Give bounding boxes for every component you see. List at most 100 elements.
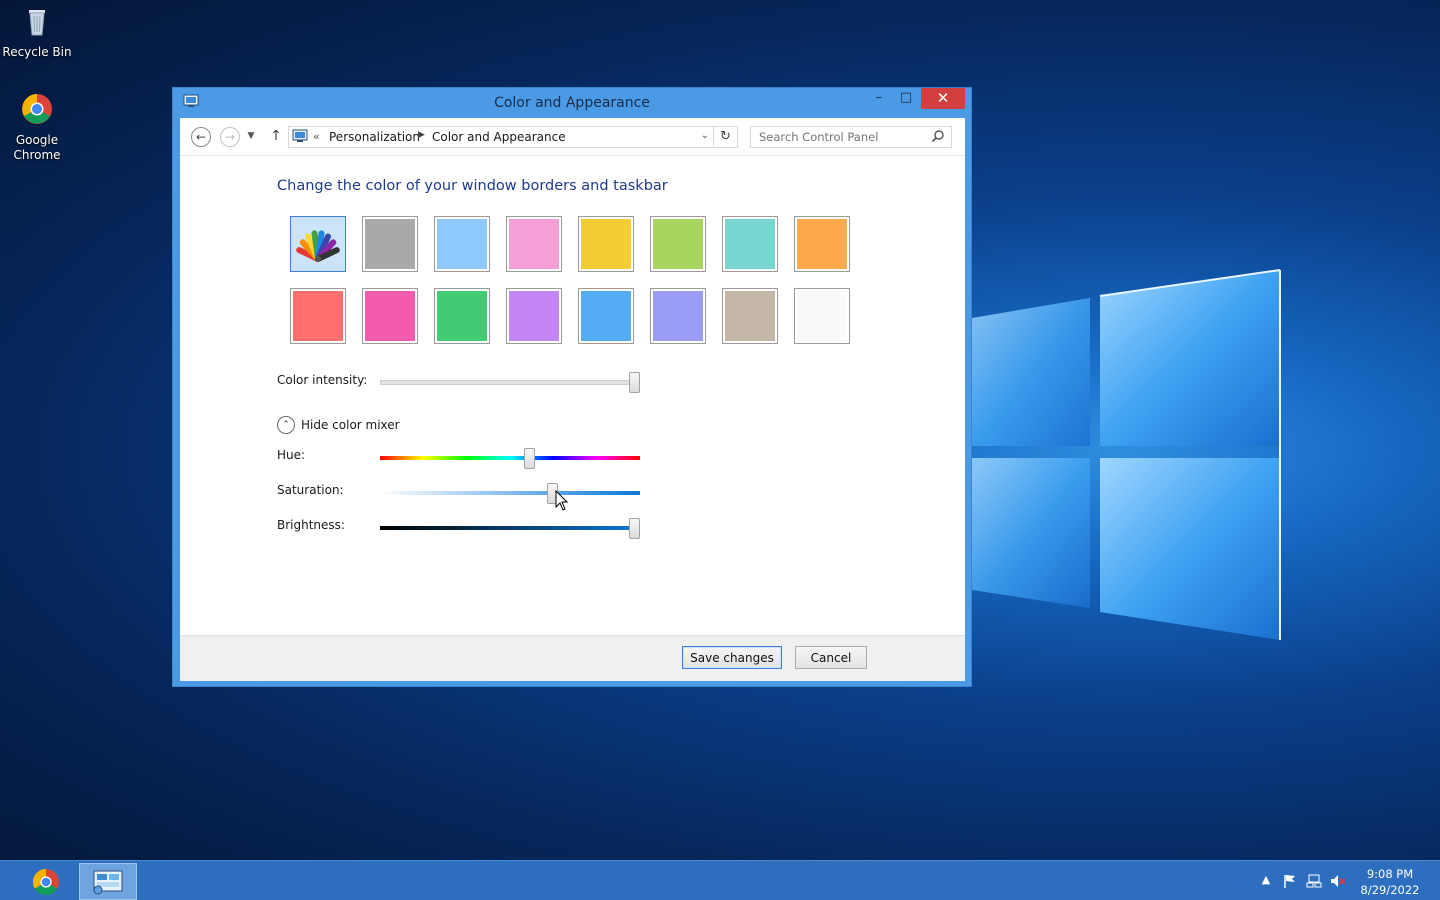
breadcrumb-overflow[interactable]: « (313, 130, 320, 143)
refresh-button[interactable]: ↻ (714, 126, 738, 148)
saturation-slider[interactable] (380, 483, 640, 505)
color-appearance-window: Color and Appearance – □ ✕ ← → ▼ ↑ « Per… (172, 87, 972, 687)
title-bar[interactable]: Color and Appearance – □ ✕ (173, 88, 971, 118)
swatch-color-fill (293, 291, 343, 341)
chrome-icon (32, 868, 59, 896)
automatic-color-swatch[interactable] (290, 216, 346, 272)
search-input[interactable] (751, 127, 921, 147)
search-box[interactable] (750, 126, 952, 148)
dialog-footer: Save changes Cancel (180, 635, 965, 681)
slider-thumb[interactable] (629, 518, 640, 539)
breadcrumb-personalization[interactable]: Personalization (329, 130, 420, 144)
chevron-down-icon: ▼ (247, 131, 255, 141)
recycle-bin-icon (29, 10, 45, 36)
swatch-color-fill (653, 291, 703, 341)
forward-arrow-icon: → (224, 130, 236, 144)
swatch-color-fill (797, 219, 847, 269)
volume-muted-icon[interactable] (1330, 873, 1346, 889)
clock-date: 8/29/2022 (1360, 883, 1420, 897)
chevron-up-icon: ⌃ (277, 416, 295, 434)
color-swatch[interactable] (362, 288, 418, 344)
recycle-bin-label: Recycle Bin (2, 45, 72, 59)
control-panel-icon (93, 870, 123, 895)
slider-thumb[interactable] (629, 372, 640, 393)
color-intensity-label: Color intensity: (277, 373, 368, 387)
recycle-bin-desktop-icon[interactable]: Recycle Bin (1, 4, 73, 59)
minimize-button[interactable]: – (866, 88, 892, 109)
up-arrow-icon: ↑ (270, 128, 282, 144)
up-button[interactable]: ↑ (266, 127, 286, 147)
address-dropdown-icon[interactable]: ⌄ (701, 130, 709, 141)
slider-track (380, 456, 640, 460)
address-bar[interactable]: « Personalization ▶ Color and Appearance… (288, 126, 714, 148)
color-swatch[interactable] (434, 288, 490, 344)
brightness-slider[interactable] (380, 518, 640, 540)
forward-button[interactable]: → (220, 127, 240, 147)
color-intensity-slider[interactable] (380, 372, 640, 394)
breadcrumb-separator-icon[interactable]: ▶ (418, 130, 425, 140)
color-swatch[interactable] (578, 288, 634, 344)
color-swatch[interactable] (722, 288, 778, 344)
window-content: ← → ▼ ↑ « Personalization ▶ Color and Ap… (180, 118, 965, 681)
close-button[interactable]: ✕ (921, 88, 965, 109)
taskbar: ▲ 9:08 PM 8/29/2022 (0, 860, 1440, 900)
clock-time: 9:08 PM (1366, 867, 1414, 881)
network-icon[interactable] (1306, 873, 1322, 889)
navigation-bar: ← → ▼ ↑ « Personalization ▶ Color and Ap… (180, 118, 965, 156)
color-swatch[interactable] (722, 216, 778, 272)
saturation-label: Saturation: (277, 483, 344, 497)
hue-slider[interactable] (380, 448, 640, 470)
color-swatch[interactable] (794, 216, 850, 272)
swatch-color-fill (437, 219, 487, 269)
google-chrome-label: Google Chrome (13, 133, 61, 162)
brightness-label: Brightness: (277, 518, 345, 532)
palette-fan-icon (296, 230, 340, 262)
taskbar-control-panel[interactable] (79, 863, 137, 900)
swatch-color-fill (437, 291, 487, 341)
color-swatch[interactable] (650, 216, 706, 272)
search-icon (931, 130, 944, 143)
slider-thumb[interactable] (524, 448, 535, 469)
swatch-color-fill (509, 291, 559, 341)
windows-logo-wallpaper (972, 269, 1281, 640)
color-swatch[interactable] (578, 216, 634, 272)
hide-color-mixer-label: Hide color mixer (301, 418, 400, 432)
show-hidden-icons-icon[interactable]: ▲ (1258, 873, 1274, 889)
swatch-color-fill (725, 219, 775, 269)
color-swatch[interactable] (290, 288, 346, 344)
hue-label: Hue: (277, 448, 306, 462)
color-swatch[interactable] (794, 288, 850, 344)
slider-track (380, 526, 640, 530)
cancel-button[interactable]: Cancel (795, 646, 867, 669)
recent-locations-button[interactable]: ▼ (244, 127, 258, 147)
chrome-icon (22, 94, 52, 124)
maximize-button[interactable]: □ (893, 88, 919, 109)
color-swatch[interactable] (506, 288, 562, 344)
refresh-icon: ↻ (720, 129, 731, 144)
swatch-color-fill (365, 291, 415, 341)
google-chrome-desktop-icon[interactable]: Google Chrome (1, 92, 73, 163)
color-swatch[interactable] (434, 216, 490, 272)
taskbar-chrome[interactable] (17, 863, 75, 900)
color-swatch[interactable] (650, 288, 706, 344)
mouse-cursor-icon (555, 490, 569, 511)
control-panel-icon (292, 129, 308, 142)
color-swatch[interactable] (506, 216, 562, 272)
swatch-color-fill (725, 291, 775, 341)
window-title: Color and Appearance (494, 95, 650, 111)
color-swatch[interactable] (362, 216, 418, 272)
slider-track (380, 491, 640, 495)
swatch-color-fill (581, 219, 631, 269)
breadcrumb-color-appearance[interactable]: Color and Appearance (432, 130, 566, 144)
page-heading: Change the color of your window borders … (277, 178, 668, 194)
taskbar-clock[interactable]: 9:08 PM 8/29/2022 (1350, 866, 1430, 898)
swatch-color-fill (509, 219, 559, 269)
back-arrow-icon: ← (195, 130, 207, 144)
swatch-color-fill (365, 219, 415, 269)
action-center-flag-icon[interactable] (1282, 873, 1298, 889)
back-button[interactable]: ← (191, 127, 211, 147)
slider-track (380, 380, 640, 385)
swatch-color-fill (581, 291, 631, 341)
swatch-color-fill (797, 291, 847, 341)
save-changes-button[interactable]: Save changes (682, 646, 782, 669)
